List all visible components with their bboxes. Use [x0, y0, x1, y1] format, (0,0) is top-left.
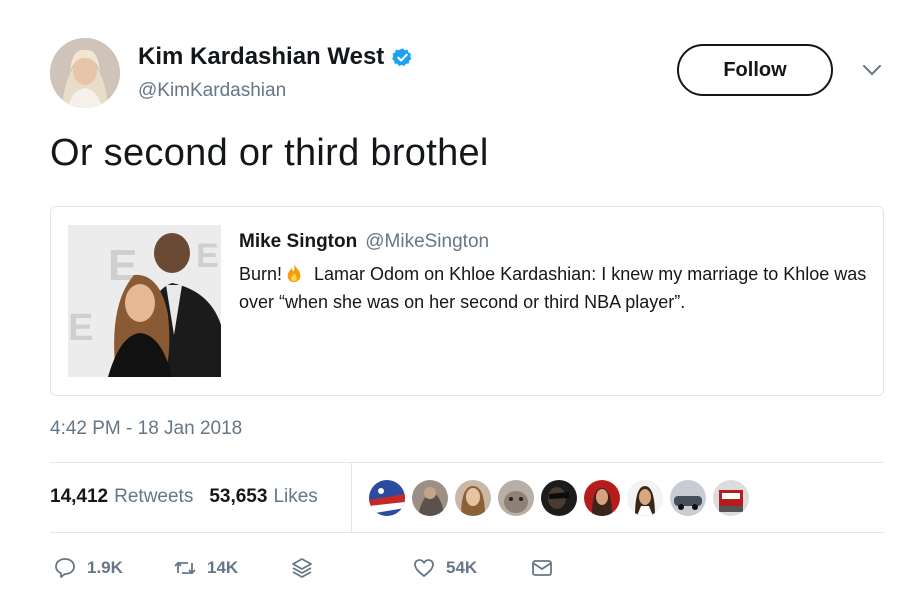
quoted-author-row: Mike Sington @MikeSington: [239, 231, 489, 253]
stack-button[interactable]: [290, 556, 314, 580]
verified-badge-icon: [392, 47, 413, 68]
author-handle[interactable]: @KimKardashian: [138, 80, 286, 102]
stats-separator: [351, 462, 352, 532]
liker-avatar[interactable]: [627, 480, 663, 516]
chevron-down-icon[interactable]: [861, 62, 883, 78]
reply-icon: [55, 558, 75, 578]
liker-avatar[interactable]: [713, 480, 749, 516]
like-button[interactable]: 54K: [412, 556, 477, 580]
direct-message-button[interactable]: [530, 556, 554, 580]
quoted-text-start: Burn!: [239, 264, 283, 284]
stack-icon: [292, 558, 312, 578]
retweet-icon: [174, 561, 196, 575]
tweet-timestamp[interactable]: 4:42 PM - 18 Jan 2018: [50, 418, 242, 440]
liker-avatar[interactable]: [670, 480, 706, 516]
heart-icon: [414, 559, 434, 577]
quoted-text-rest: Lamar Odom on Khloe Kardashian: I knew m…: [239, 264, 867, 312]
envelope-icon: [532, 560, 552, 576]
quoted-tweet-image[interactable]: E E E: [68, 225, 221, 377]
likes-label[interactable]: Likes: [273, 486, 317, 508]
author-name[interactable]: Kim Kardashian West: [138, 43, 384, 71]
quoted-author-name[interactable]: Mike Sington: [239, 231, 357, 253]
retweets-label[interactable]: Retweets: [114, 486, 193, 508]
quoted-author-handle[interactable]: @MikeSington: [365, 231, 489, 253]
follow-button[interactable]: Follow: [677, 44, 833, 96]
author-avatar[interactable]: [50, 38, 120, 108]
liker-avatar[interactable]: [541, 480, 577, 516]
like-count: 54K: [446, 558, 478, 577]
tweet-text: Or second or third brothel: [50, 132, 489, 174]
liker-avatar[interactable]: [498, 480, 534, 516]
quoted-tweet-text: Burn! Lamar Odom on Khloe Kardashian: I …: [239, 260, 869, 316]
liker-avatar[interactable]: [455, 480, 491, 516]
fire-icon: [283, 263, 305, 283]
retweet-button[interactable]: 14K: [173, 556, 238, 580]
svg-text:E: E: [196, 237, 219, 275]
retweet-count: 14K: [207, 558, 239, 577]
likes-count[interactable]: 53,653: [209, 486, 267, 508]
liker-avatar[interactable]: [369, 480, 405, 516]
reply-count: 1.9K: [87, 558, 123, 577]
likers-avatars: [369, 480, 749, 516]
retweets-count[interactable]: 14,412: [50, 486, 108, 508]
divider-bottom: [50, 532, 884, 533]
svg-text:E: E: [68, 307, 93, 349]
liker-avatar[interactable]: [412, 480, 448, 516]
engagement-stats: 14,412 Retweets 53,653 Likes: [50, 486, 328, 508]
liker-avatar[interactable]: [584, 480, 620, 516]
author-name-row: Kim Kardashian West: [138, 43, 413, 71]
reply-button[interactable]: 1.9K: [53, 556, 123, 580]
divider-top: [50, 462, 884, 463]
